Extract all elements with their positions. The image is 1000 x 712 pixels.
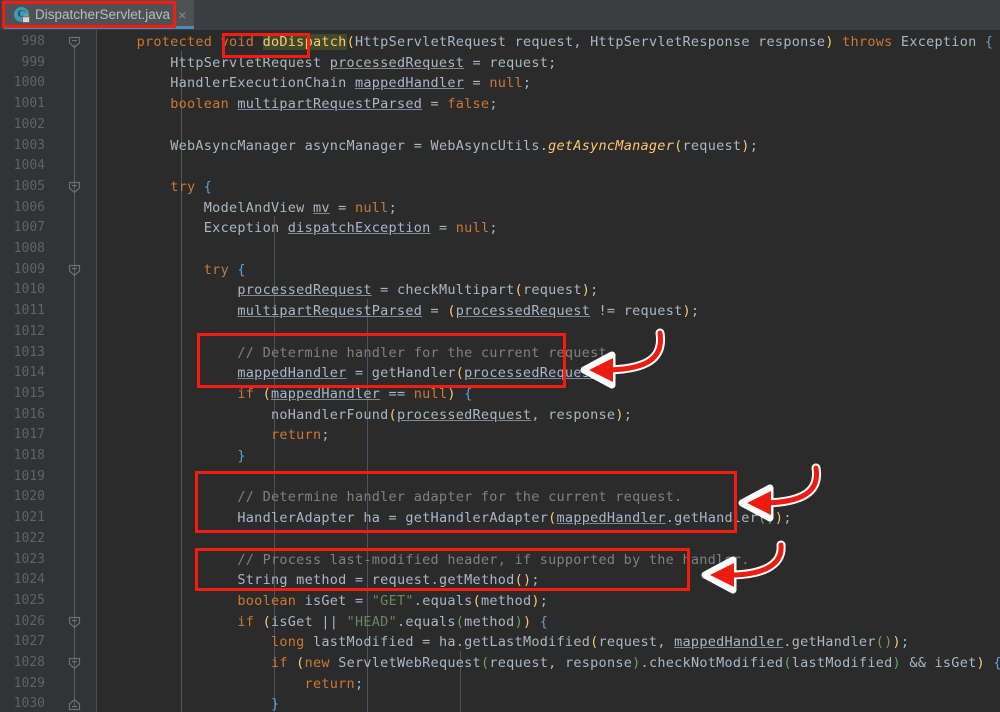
code-line: // Determine handler adapter for the cur… xyxy=(237,489,683,506)
code-fold-marker[interactable] xyxy=(68,657,81,670)
line-number: 1012 xyxy=(13,323,45,339)
code-line: multipartRequestParsed = (processedReque… xyxy=(237,303,700,320)
code-line: } xyxy=(270,696,280,712)
code-line: mappedHandler = getHandler(processedRequ… xyxy=(237,365,616,382)
line-number: 1021 xyxy=(13,510,45,526)
code-line: noHandlerFound(processedRequest, respons… xyxy=(270,406,633,423)
line-number: 1011 xyxy=(13,303,45,319)
code-line: HandlerExecutionChain mappedHandler = nu… xyxy=(170,75,532,92)
line-number: 1003 xyxy=(13,137,45,153)
line-number: 1014 xyxy=(13,365,45,381)
code-line: if (isGet || "HEAD".equals(method)) { xyxy=(237,613,549,630)
code-line: String method = request.getMethod(); xyxy=(237,572,540,589)
code-line: boolean multipartRequestParsed = false; xyxy=(170,96,498,113)
line-number: 999 xyxy=(21,54,45,70)
line-number: 998 xyxy=(21,34,45,49)
code-fold-marker[interactable] xyxy=(68,616,81,629)
line-number: 1019 xyxy=(13,468,45,484)
line-number: 1016 xyxy=(13,406,45,422)
code-line: HttpServletRequest processedRequest = re… xyxy=(170,54,557,71)
line-number: 1020 xyxy=(13,489,45,505)
code-fold-marker[interactable] xyxy=(68,264,81,277)
code-line: // Process last-modified header, if supp… xyxy=(237,551,750,568)
code-fold-end-marker[interactable] xyxy=(68,698,81,711)
code-line: boolean isGet = "GET".equals(method); xyxy=(237,592,549,609)
line-number: 1025 xyxy=(13,592,45,608)
code-fold-marker[interactable] xyxy=(68,36,81,49)
code-line: protected void doDispatch(HttpServletReq… xyxy=(136,34,994,50)
line-number: 1004 xyxy=(13,158,45,174)
code-line: // Determine handler for the current req… xyxy=(237,344,616,361)
line-number: 1030 xyxy=(13,696,45,712)
code-line: if (new ServletWebRequest(request, respo… xyxy=(270,655,1000,671)
line-number: 1028 xyxy=(13,655,45,670)
line-number: 1001 xyxy=(13,96,45,112)
code-line: return; xyxy=(304,675,364,692)
code-line: Exception dispatchException = null; xyxy=(203,220,498,237)
code-fold-marker[interactable] xyxy=(68,181,81,194)
code-line: ModelAndView mv = null; xyxy=(203,199,397,216)
line-number: 1000 xyxy=(13,75,45,91)
fold-connector-line xyxy=(74,44,75,707)
line-number: 1009 xyxy=(13,261,45,277)
tab-dispatcherservlet-java[interactable]: C DispatcherServlet.java × xyxy=(4,0,195,29)
close-icon[interactable]: × xyxy=(178,8,186,22)
line-number: 1002 xyxy=(13,116,45,132)
line-number-gutter[interactable]: 998 999 1000 1001 1002 1003 1004 1005 1006 1007 10… xyxy=(0,30,97,712)
line-number: 1010 xyxy=(13,282,45,298)
line-number: 1024 xyxy=(13,572,45,588)
line-number: 1022 xyxy=(13,530,45,546)
editor-tab-bar: C DispatcherServlet.java × xyxy=(0,0,1000,31)
code-area[interactable]: protected void doDispatch(HttpServletReq… xyxy=(97,30,1000,712)
line-number: 1018 xyxy=(13,448,45,463)
code-line: WebAsyncManager asyncManager = WebAsyncU… xyxy=(170,137,759,154)
line-number: 1026 xyxy=(13,613,45,629)
line-number: 1013 xyxy=(13,344,45,360)
line-number: 1029 xyxy=(13,675,45,691)
code-line: try { xyxy=(170,178,213,195)
line-number: 1008 xyxy=(13,241,45,256)
code-line: try { xyxy=(203,261,246,278)
code-line: long lastModified = ha.getLastModified(r… xyxy=(270,634,910,651)
line-number: 1006 xyxy=(13,199,45,215)
line-number: 1017 xyxy=(13,427,45,443)
code-editor[interactable]: 998 999 1000 1001 1002 1003 1004 1005 1006 1007 10… xyxy=(0,30,1000,712)
line-number: 1007 xyxy=(13,220,45,236)
code-line: return; xyxy=(270,427,330,444)
line-number: 1005 xyxy=(13,178,45,194)
line-number: 1015 xyxy=(13,385,45,401)
code-line: processedRequest = checkMultipart(reques… xyxy=(237,282,599,299)
code-line: } xyxy=(237,448,246,464)
line-number: 1027 xyxy=(13,634,45,650)
code-line: HandlerAdapter ha = getHandlerAdapter(ma… xyxy=(237,510,792,527)
code-line: if (mappedHandler == null) { xyxy=(237,385,473,402)
line-number: 1023 xyxy=(13,551,45,567)
tab-active-underline xyxy=(4,26,195,29)
java-class-icon: C xyxy=(14,7,30,23)
tab-label: DispatcherServlet.java xyxy=(35,7,171,22)
